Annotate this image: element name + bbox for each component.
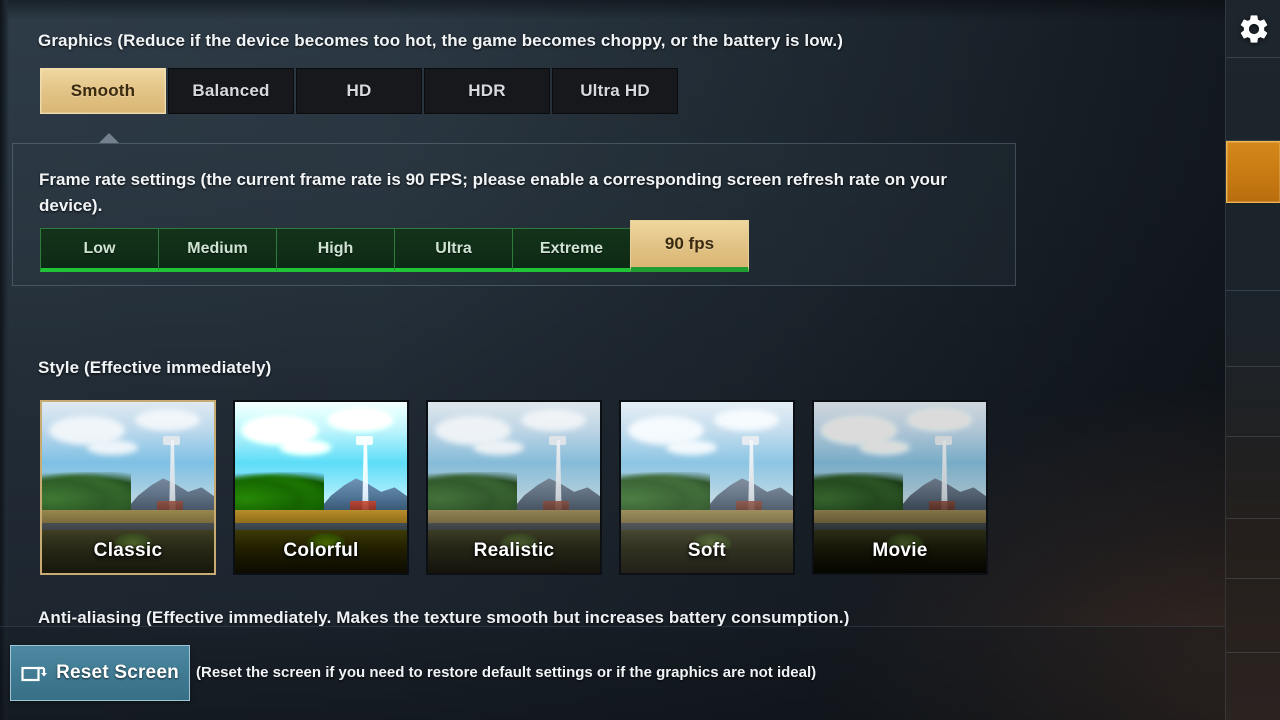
style-option-label: Soft [687,540,727,561]
sidebar-item-3[interactable] [1226,203,1280,291]
framerate-option-low[interactable]: Low [40,228,159,272]
style-option-label: Colorful [283,540,359,561]
graphics-option-smooth[interactable]: Smooth [40,68,166,114]
reset-screen-icon [21,666,48,682]
framerate-option-group: Low Medium High Ultra Extreme 90 fps [40,220,749,272]
framerate-description: Frame rate settings (the current frame r… [39,170,947,215]
sidebar-item-6[interactable] [1226,437,1280,519]
graphics-option-label: Ultra HD [580,81,650,100]
sidebar-item-graphics-active[interactable] [1226,141,1280,203]
sidebar-item-4[interactable] [1226,291,1280,367]
gear-icon[interactable] [1226,0,1280,58]
framerate-panel-caret-icon [99,133,119,143]
reset-screen-label: Reset Screen [56,662,179,683]
graphics-quality-group: Smooth Balanced HD HDR Ultra HD [40,68,678,114]
framerate-option-medium[interactable]: Medium [158,228,277,272]
graphics-option-label: HDR [468,81,506,100]
framerate-option-high[interactable]: High [276,228,395,272]
graphics-option-hd[interactable]: HD [296,68,422,114]
style-option-label: Classic [93,540,163,561]
graphics-option-label: Balanced [192,81,270,100]
framerate-option-ultra[interactable]: Ultra [394,228,513,272]
reset-screen-button[interactable]: Reset Screen [10,645,190,701]
anti-aliasing-section-clipped: Anti-aliasing (Effective immediately. Ma… [0,604,1225,626]
style-option-realistic[interactable]: Realistic [426,400,602,575]
graphics-option-hdr[interactable]: HDR [424,68,550,114]
sidebar-item-8[interactable] [1226,579,1280,653]
style-option-label: Realistic [473,540,555,561]
sidebar-item-5[interactable] [1226,367,1280,437]
anti-aliasing-section-label: Anti-aliasing (Effective immediately. Ma… [38,608,850,626]
graphics-option-balanced[interactable]: Balanced [168,68,294,114]
style-option-colorful[interactable]: Colorful [233,400,409,575]
style-option-group: Classic Colorful Realistic Soft Movie [40,400,988,575]
settings-content: Graphics (Reduce if the device becomes t… [0,0,1225,626]
style-option-classic[interactable]: Classic [40,400,216,575]
framerate-option-label: Medium [187,239,248,257]
framerate-option-label: 90 fps [664,234,715,253]
style-section-label: Style (Effective immediately) [38,358,272,377]
framerate-option-label: High [317,239,354,257]
settings-sidebar [1225,0,1280,720]
gear-icon-glyph [1240,14,1267,43]
sidebar-item-7[interactable] [1226,519,1280,579]
graphics-option-ultra-hd[interactable]: Ultra HD [552,68,678,114]
style-option-movie[interactable]: Movie [812,400,988,575]
bottom-bar: Reset Screen (Reset the screen if you ne… [0,626,1225,720]
graphics-option-label: Smooth [70,81,136,100]
framerate-option-label: Ultra [435,239,472,257]
graphics-option-label: HD [346,81,372,100]
style-option-soft[interactable]: Soft [619,400,795,575]
framerate-option-label: Low [83,239,116,257]
reset-screen-hint: (Reset the screen if you need to restore… [196,664,817,681]
pubg-graphics-settings-screen: Graphics (Reduce if the device becomes t… [0,0,1280,720]
framerate-option-90fps[interactable]: 90 fps [630,220,749,272]
framerate-option-label: Extreme [539,239,604,257]
sidebar-item-1[interactable] [1226,59,1280,141]
graphics-section-label: Graphics (Reduce if the device becomes t… [38,31,843,50]
framerate-option-extreme[interactable]: Extreme [512,228,631,272]
style-option-label: Movie [872,540,928,561]
